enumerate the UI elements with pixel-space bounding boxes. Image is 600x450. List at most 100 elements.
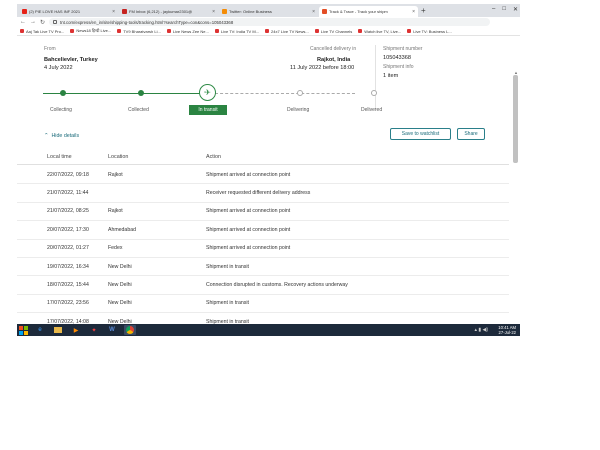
taskbar-clock[interactable]: 10:41 AM 27-Jul-22 xyxy=(498,325,516,335)
media-player-icon[interactable]: ▶ xyxy=(70,325,82,335)
progress-step-dot xyxy=(371,90,377,96)
bookmark-label: Watch live TV, Live... xyxy=(364,28,402,34)
bookmark-label: Live TV: India TV M... xyxy=(220,28,259,34)
close-tab-icon[interactable]: × xyxy=(412,9,415,15)
tab-title: Track & Trace - Track your shipm xyxy=(329,9,388,14)
close-tab-icon[interactable]: × xyxy=(112,9,115,15)
url-text: tnt.com/express/en_in/site/shipping-tool… xyxy=(60,19,234,25)
progress-step-label: Delivered xyxy=(361,107,383,113)
taskbar: e ▶ ✦ W ▴ ▮ ◀) 10:41 AM 27-Jul-22 xyxy=(17,324,520,336)
file-explorer-icon[interactable] xyxy=(52,325,64,335)
hide-details-link[interactable]: ⌃ Hide details xyxy=(44,133,79,139)
from-date: 4 July 2022 xyxy=(44,65,73,71)
delivery-city: Rajkot, India xyxy=(317,57,351,63)
bookmark-favicon-icon xyxy=(358,29,363,33)
bookmark-favicon-icon xyxy=(214,29,219,33)
row-action: Shipment arrived at connection point xyxy=(206,245,291,252)
bookmark-item[interactable]: TV9 Bharatvarsh Li... xyxy=(117,29,161,34)
row-location: New Delhi xyxy=(108,300,132,307)
scroll-up-icon[interactable]: ▲ xyxy=(514,70,518,75)
table-row: 17/07/2022, 23:56 New Delhi Shipment in tr… xyxy=(17,295,509,314)
row-time: 17/07/2022, 23:56 xyxy=(47,300,89,307)
tab-favicon-icon xyxy=(222,9,227,14)
bookmark-item[interactable]: Watch live TV, Live... xyxy=(358,29,401,34)
table-row: 20/07/2022, 17:30 Ahmedabad Shipment arriv… xyxy=(17,221,509,240)
chevron-up-icon: ⌃ xyxy=(44,133,49,139)
table-row: 22/07/2022, 09:18 Rajkot Shipment arrived … xyxy=(17,166,509,185)
chrome-icon[interactable] xyxy=(124,325,136,335)
maximize-button[interactable]: □ xyxy=(502,6,506,13)
row-action: Shipment arrived at connection point xyxy=(206,171,291,178)
row-location: Rajkot xyxy=(108,171,123,178)
tab-title: Twitter: Online Business xyxy=(229,9,272,14)
tab-favicon-icon xyxy=(22,9,27,14)
progress-step-label: Collected xyxy=(128,107,149,113)
browser-tab[interactable]: Track & Trace - Track your shipm × xyxy=(319,6,418,17)
browser-tab[interactable]: FM Inbox (6,212) - jaykumar2301@ × xyxy=(119,6,218,17)
forward-icon[interactable]: → xyxy=(30,19,36,26)
save-to-watchlist-button[interactable]: Save to watchlist xyxy=(390,128,451,140)
progress-done-line xyxy=(43,93,207,94)
tab-favicon-icon xyxy=(322,9,327,14)
progress-step-dot xyxy=(297,90,303,96)
from-label: From xyxy=(44,46,56,52)
back-icon[interactable]: ← xyxy=(20,19,26,26)
lock-icon xyxy=(53,20,58,24)
word-icon[interactable]: W xyxy=(106,325,118,335)
table-row: 17/07/2022, 14:08 New Delhi Shipment in tr… xyxy=(17,313,509,324)
table-row: 20/07/2022, 01:27 Fedex Shipment arrived a… xyxy=(17,240,509,258)
bookmark-favicon-icon xyxy=(265,29,269,33)
bookmark-item[interactable]: Aaj Tak Live TV Pro... xyxy=(20,29,64,34)
bookmark-favicon-icon xyxy=(407,29,412,33)
bookmark-item[interactable]: 24x7 Live TV News... xyxy=(265,29,309,34)
bookmark-label: TV9 Bharatvarsh Li... xyxy=(123,28,161,34)
bookmarks-bar: Aaj Tak Live TV Pro... News18 हिन्दी Live… xyxy=(17,27,520,36)
new-tab-button[interactable]: + xyxy=(421,6,426,17)
shipment-number: 105043368 xyxy=(383,55,411,61)
progress-step-label: Delivering xyxy=(287,107,310,113)
windows-start-icon[interactable] xyxy=(19,325,28,335)
bookmark-item[interactable]: Live TV: Business L... xyxy=(407,29,452,34)
row-action: Shipment arrived at connection point xyxy=(206,226,291,233)
in-transit-plane-icon: ✈ xyxy=(199,84,216,101)
progress-pending-line xyxy=(215,93,355,94)
address-bar-row: ← → ↻ tnt.com/express/en_in/site/shippin… xyxy=(17,17,520,27)
row-action: Shipment arrived at connection point xyxy=(206,208,291,215)
close-tab-icon[interactable]: × xyxy=(212,9,215,15)
tab-title: (2) PIE LOVE HAS INF 2021 xyxy=(29,9,81,14)
browser-tab[interactable]: Twitter: Online Business × xyxy=(219,6,318,17)
bookmark-item[interactable]: News18 हिन्दी Live... xyxy=(70,28,111,34)
info-divider xyxy=(375,45,376,109)
bookmark-item[interactable]: Live TV: India TV M... xyxy=(214,28,259,34)
internet-explorer-icon[interactable]: e xyxy=(34,325,46,335)
table-row: 21/07/2022, 11:44 Receiver requested diff… xyxy=(17,184,509,203)
page-scrollbar[interactable] xyxy=(513,75,518,163)
bookmark-label: News18 हिन्दी Live... xyxy=(76,28,112,33)
bookmark-item[interactable]: Live TV Channels xyxy=(314,28,353,34)
browser-tab[interactable]: (2) PIE LOVE HAS INF 2021 × xyxy=(19,6,118,17)
bookmark-label: Aaj Tak Live TV Pro... xyxy=(26,28,65,34)
row-time: 20/07/2022, 17:30 xyxy=(47,226,89,233)
close-tab-icon[interactable]: × xyxy=(312,9,315,15)
app-icon[interactable]: ✦ xyxy=(88,325,100,335)
row-action: Receiver requested different delivery ad… xyxy=(206,190,311,197)
table-row: 21/07/2022, 08:25 Rajkot Shipment arrived … xyxy=(17,203,509,222)
row-location: Rajkot xyxy=(108,208,123,215)
table-header: Local time Location Action xyxy=(17,150,509,165)
system-tray-icons[interactable]: ▴ ▮ ◀) xyxy=(474,327,488,333)
bookmark-label: Live TV Channels xyxy=(320,28,353,34)
share-button[interactable]: Share xyxy=(457,128,485,140)
tab-strip: (2) PIE LOVE HAS INF 2021 × FM Inbox (6,21… xyxy=(17,4,520,17)
shipment-number-label: Shipment number xyxy=(383,46,423,52)
close-window-button[interactable]: ✕ xyxy=(513,6,518,13)
bookmark-favicon-icon xyxy=(20,29,24,33)
tab-favicon-icon xyxy=(122,9,127,14)
bookmark-item[interactable]: Live News Zee Ne... xyxy=(166,29,209,34)
column-header-location: Location xyxy=(108,154,129,160)
reload-icon[interactable]: ↻ xyxy=(40,19,45,26)
current-step-label: In transit xyxy=(189,105,227,115)
minimize-button[interactable]: – xyxy=(492,6,495,13)
progress-step-dot xyxy=(138,90,144,96)
url-field[interactable]: tnt.com/express/en_in/site/shipping-tool… xyxy=(49,18,490,26)
window-controls: – □ ✕ xyxy=(492,6,518,13)
